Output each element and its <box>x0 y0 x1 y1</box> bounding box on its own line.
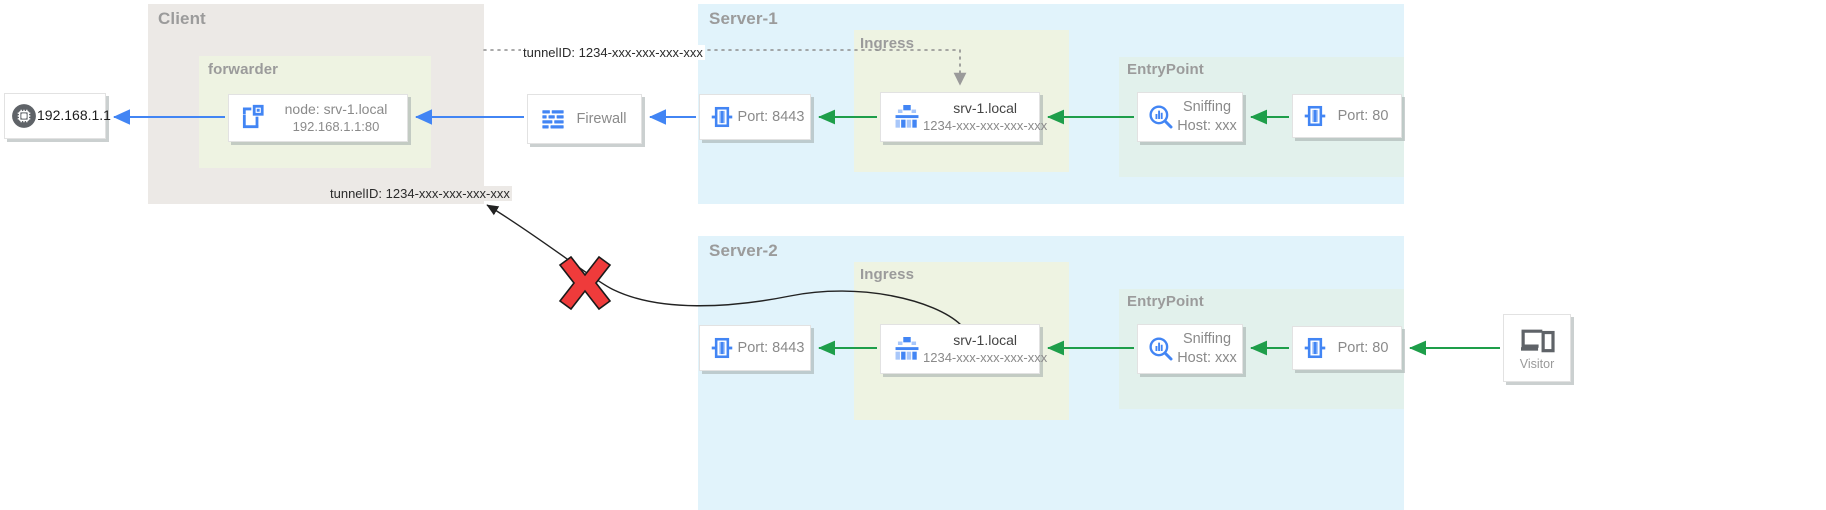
red-x-blocked-icon <box>557 255 613 311</box>
node-server2-ingress-line2: 1234-xxx-xxx-xxx-xxx <box>923 349 1048 365</box>
ingress-tree-icon <box>891 333 923 365</box>
node-server2-port-8443-text: Port: 8443 <box>736 339 806 358</box>
node-forwarder-line1: node: srv-1.local <box>284 100 388 117</box>
magnifier-analytics-icon <box>1146 102 1176 132</box>
node-server2-ingress-line1: srv-1.local <box>953 331 1018 348</box>
node-server2-port-80-text: Port: 80 <box>1329 339 1397 358</box>
node-firewall-text: Firewall <box>568 110 635 129</box>
node-server2-port-8443-label: Port: 8443 <box>737 339 805 356</box>
group-ingress-1-title: Ingress <box>860 35 915 52</box>
node-host-text: 192.168.1.1 <box>37 107 111 125</box>
node-forwarder-line2: 192.168.1.1:80 <box>292 118 380 134</box>
group-forwarder-title: forwarder <box>208 61 279 78</box>
node-server1-port-80[interactable]: Port: 80 <box>1292 94 1402 138</box>
node-visitor-label: Visitor <box>1519 357 1555 371</box>
group-server-1-title: Server-1 <box>709 9 778 28</box>
node-host-label: 192.168.1.1 <box>37 107 111 124</box>
node-server1-port-8443-label: Port: 8443 <box>737 108 805 125</box>
label-tunnel-id-top: tunnelID: 1234-xxx-xxx-xxx-xxx <box>521 45 705 60</box>
node-host-192-168-1-1[interactable]: 192.168.1.1 <box>4 93 111 139</box>
container-node-icon <box>239 102 271 134</box>
node-server1-ingress-srv-1[interactable]: srv-1.local 1234-xxx-xxx-xxx-xxx <box>880 92 1047 142</box>
cpu-chip-icon <box>11 103 37 129</box>
node-firewall[interactable]: Firewall <box>527 94 642 144</box>
group-entrypoint-2-title: EntryPoint <box>1127 293 1204 310</box>
label-tunnel-id-client: tunnelID: 1234-xxx-xxx-xxx-xxx <box>328 186 512 201</box>
node-server1-sniffing[interactable]: Sniffing Host: xxx <box>1137 92 1243 142</box>
node-server2-sniffing[interactable]: Sniffing Host: xxx <box>1137 324 1243 374</box>
node-server2-ingress-srv-1[interactable]: srv-1.local 1234-xxx-xxx-xxx-xxx <box>880 324 1047 374</box>
node-server1-ingress-line2: 1234-xxx-xxx-xxx-xxx <box>923 117 1048 133</box>
node-visitor[interactable]: Visitor <box>1503 314 1571 382</box>
port-plug-icon <box>1301 102 1329 130</box>
diagram-canvas: Client forwarder Server-1 Ingress EntryP… <box>0 0 1826 510</box>
ingress-tree-icon <box>891 101 923 133</box>
magnifier-analytics-icon <box>1146 334 1176 364</box>
node-server1-sniffing-line1: Sniffing <box>1182 99 1232 116</box>
node-server1-ingress-line1: srv-1.local <box>953 99 1018 116</box>
group-server-2-title: Server-2 <box>709 241 778 260</box>
node-server2-port-80[interactable]: Port: 80 <box>1292 326 1402 370</box>
node-server1-sniffing-line2: Host: xxx <box>1177 118 1237 134</box>
port-plug-icon <box>708 103 736 131</box>
node-server1-port-8443-text: Port: 8443 <box>736 108 806 127</box>
group-ingress-2-title: Ingress <box>860 266 915 283</box>
node-server2-sniffing-line1: Sniffing <box>1182 331 1232 348</box>
node-forwarder-srv-1[interactable]: node: srv-1.local 192.168.1.1:80 <box>228 94 408 142</box>
group-client-title: Client <box>158 9 206 28</box>
node-server1-ingress-text: srv-1.local 1234-xxx-xxx-xxx-xxx <box>923 100 1047 135</box>
port-plug-icon <box>1301 334 1329 362</box>
node-forwarder-text: node: srv-1.local 192.168.1.1:80 <box>271 101 401 136</box>
node-server2-sniffing-line2: Host: xxx <box>1177 350 1237 366</box>
firewall-brick-icon <box>538 104 568 134</box>
node-server2-sniffing-text: Sniffing Host: xxx <box>1176 330 1238 367</box>
node-server1-port-8443[interactable]: Port: 8443 <box>699 94 811 140</box>
node-firewall-label: Firewall <box>576 110 627 127</box>
node-server1-port-80-label: Port: 80 <box>1337 107 1389 124</box>
node-server1-port-80-text: Port: 80 <box>1329 107 1397 126</box>
node-server2-port-8443[interactable]: Port: 8443 <box>699 325 811 371</box>
devices-laptop-phone-icon <box>1517 325 1557 355</box>
node-server1-sniffing-text: Sniffing Host: xxx <box>1176 98 1238 135</box>
group-entrypoint-1-title: EntryPoint <box>1127 61 1204 78</box>
port-plug-icon <box>708 334 736 362</box>
node-server2-port-80-label: Port: 80 <box>1337 339 1389 356</box>
node-server2-ingress-text: srv-1.local 1234-xxx-xxx-xxx-xxx <box>923 332 1047 367</box>
